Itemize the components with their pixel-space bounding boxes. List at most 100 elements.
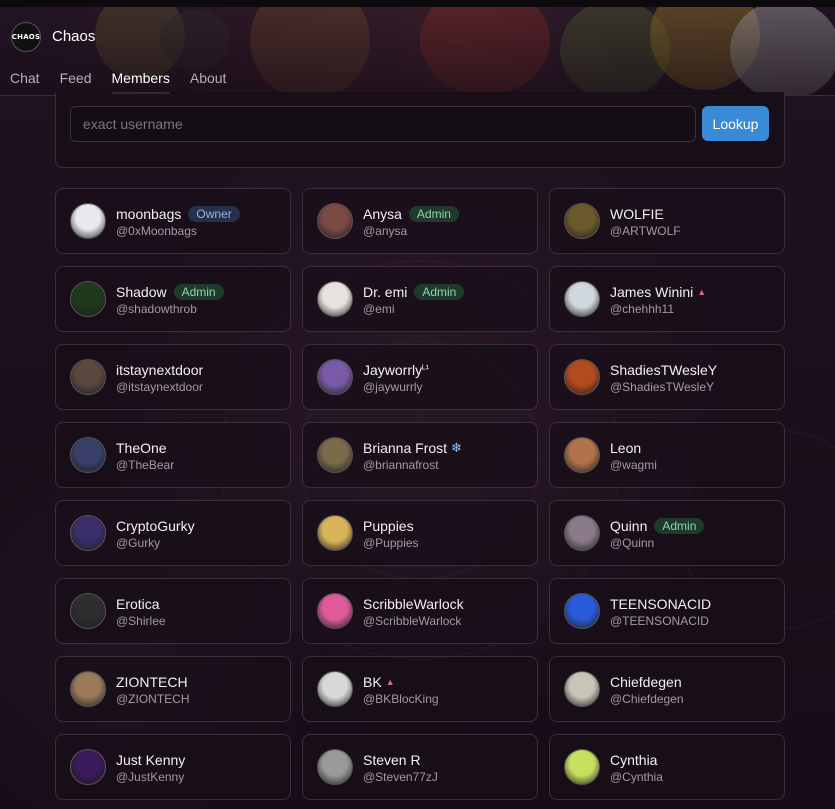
member-meta: Chiefdegen @Chiefdegen	[610, 672, 684, 707]
member-name-row: Anysa Admin	[363, 204, 459, 223]
member-avatar	[70, 281, 106, 317]
member-card[interactable]: itstaynextdoor @itstaynextdoor	[55, 344, 291, 410]
owner-badge: Owner	[188, 205, 240, 222]
tab-members[interactable]: Members	[111, 70, 170, 94]
member-card[interactable]: James Winini ▲ @chehhh11	[549, 266, 785, 332]
member-meta: Brianna Frost ❄ @briannafrost	[363, 438, 462, 473]
member-name: BK	[363, 673, 382, 690]
tab-about[interactable]: About	[190, 70, 227, 94]
member-name-row: Jayworrly ᴸ¹	[363, 360, 429, 379]
member-name: James Winini	[610, 283, 694, 300]
member-name-row: James Winini ▲	[610, 282, 706, 301]
triangle-icon: ▲	[697, 286, 707, 297]
member-card[interactable]: Chiefdegen @Chiefdegen	[549, 656, 785, 722]
member-name: Jayworrly	[363, 361, 423, 378]
member-avatar	[70, 671, 106, 707]
member-card[interactable]: Jayworrly ᴸ¹ @jaywurrly	[302, 344, 538, 410]
member-name-row: BK ▲	[363, 672, 439, 691]
member-name-row: Puppies	[363, 516, 419, 535]
member-card[interactable]: Shadow Admin @shadowthrob	[55, 266, 291, 332]
member-card[interactable]: Brianna Frost ❄ @briannafrost	[302, 422, 538, 488]
member-name-row: WOLFIE	[610, 204, 681, 223]
member-name-suffix: ᴸ¹	[422, 364, 429, 375]
lookup-button[interactable]: Lookup	[702, 106, 769, 141]
member-name: Dr. emi	[363, 283, 408, 300]
member-handle: @ARTWOLF	[610, 224, 681, 238]
member-handle: @Steven77zJ	[363, 770, 438, 784]
community-title: Chaos	[52, 28, 96, 45]
admin-badge: Admin	[414, 283, 465, 300]
member-card[interactable]: Leon @wagmi	[549, 422, 785, 488]
member-handle: @Chiefdegen	[610, 692, 684, 706]
member-handle: @Quinn	[610, 536, 655, 550]
member-card[interactable]: ScribbleWarlock @ScribbleWarlock	[302, 578, 538, 644]
member-avatar	[70, 749, 106, 785]
member-name: Leon	[610, 439, 642, 456]
member-name-row: Just Kenny	[116, 750, 185, 769]
member-card[interactable]: ZIONTECH @ZIONTECH	[55, 656, 291, 722]
member-card[interactable]: ShadiesTWesleY @ShadiesTWesleY	[549, 344, 785, 410]
member-card[interactable]: moonbags Owner @0xMoonbags	[55, 188, 291, 254]
member-avatar	[564, 281, 600, 317]
member-card[interactable]: Cynthia @Cynthia	[549, 734, 785, 800]
member-name-row: TEENSONACID	[610, 594, 711, 613]
tab-chat[interactable]: Chat	[10, 70, 40, 94]
member-name-row: ScribbleWarlock	[363, 594, 464, 613]
member-card[interactable]: Erotica @Shirlee	[55, 578, 291, 644]
member-name: TEENSONACID	[610, 595, 712, 612]
member-handle: @ScribbleWarlock	[363, 614, 462, 628]
member-avatar	[564, 515, 600, 551]
member-meta: TEENSONACID @TEENSONACID	[610, 594, 711, 629]
member-card[interactable]: CryptoGurky @Gurky	[55, 500, 291, 566]
member-handle: @emi	[363, 302, 395, 316]
member-grid: moonbags Owner @0xMoonbags Anysa Admin @anysa…	[55, 188, 785, 800]
community-logo[interactable]: CHAOS	[11, 22, 41, 52]
member-card[interactable]: Puppies @Puppies	[302, 500, 538, 566]
member-card[interactable]: TEENSONACID @TEENSONACID	[549, 578, 785, 644]
member-name-row: Steven R	[363, 750, 438, 769]
member-avatar	[317, 593, 353, 629]
member-handle: @briannafrost	[363, 458, 439, 472]
member-meta: Erotica @Shirlee	[116, 594, 166, 629]
member-meta: Jayworrly ᴸ¹ @jaywurrly	[363, 360, 429, 395]
member-handle: @chehhh11	[610, 302, 675, 316]
member-card[interactable]: Dr. emi Admin @emi	[302, 266, 538, 332]
member-avatar	[317, 671, 353, 707]
member-card[interactable]: TheOne @TheBear	[55, 422, 291, 488]
member-avatar	[564, 437, 600, 473]
member-avatar	[70, 359, 106, 395]
admin-badge: Admin	[654, 517, 705, 534]
member-avatar	[70, 593, 106, 629]
member-name: Chiefdegen	[610, 673, 682, 690]
member-name: Steven R	[363, 751, 421, 768]
member-card[interactable]: Steven R @Steven77zJ	[302, 734, 538, 800]
member-meta: ShadiesTWesleY @ShadiesTWesleY	[610, 360, 717, 395]
member-name-row: Shadow Admin	[116, 282, 224, 301]
member-card[interactable]: Just Kenny @JustKenny	[55, 734, 291, 800]
member-name: Shadow	[116, 283, 167, 300]
member-name: CryptoGurky	[116, 517, 195, 534]
member-name-row: Quinn Admin	[610, 516, 705, 535]
member-name-row: TheOne	[116, 438, 174, 457]
member-name: Just Kenny	[116, 751, 186, 768]
member-card[interactable]: BK ▲ @BKBlocKing	[302, 656, 538, 722]
member-card[interactable]: Quinn Admin @Quinn	[549, 500, 785, 566]
member-card[interactable]: WOLFIE @ARTWOLF	[549, 188, 785, 254]
member-handle: @wagmi	[610, 458, 657, 472]
member-name: Anysa	[363, 205, 402, 222]
member-meta: Cynthia @Cynthia	[610, 750, 663, 785]
member-handle: @TheBear	[116, 458, 175, 472]
member-meta: Shadow Admin @shadowthrob	[116, 282, 224, 316]
member-avatar	[564, 671, 600, 707]
member-card[interactable]: Anysa Admin @anysa	[302, 188, 538, 254]
member-name-row: ZIONTECH	[116, 672, 190, 691]
tab-feed[interactable]: Feed	[60, 70, 92, 94]
member-avatar	[317, 203, 353, 239]
member-meta: BK ▲ @BKBlocKing	[363, 672, 439, 707]
member-name: ZIONTECH	[116, 673, 188, 690]
username-search-input[interactable]	[70, 106, 696, 142]
member-meta: Leon @wagmi	[610, 438, 657, 473]
member-name: ScribbleWarlock	[363, 595, 464, 612]
member-name: Cynthia	[610, 751, 658, 768]
member-handle: @Cynthia	[610, 770, 663, 784]
